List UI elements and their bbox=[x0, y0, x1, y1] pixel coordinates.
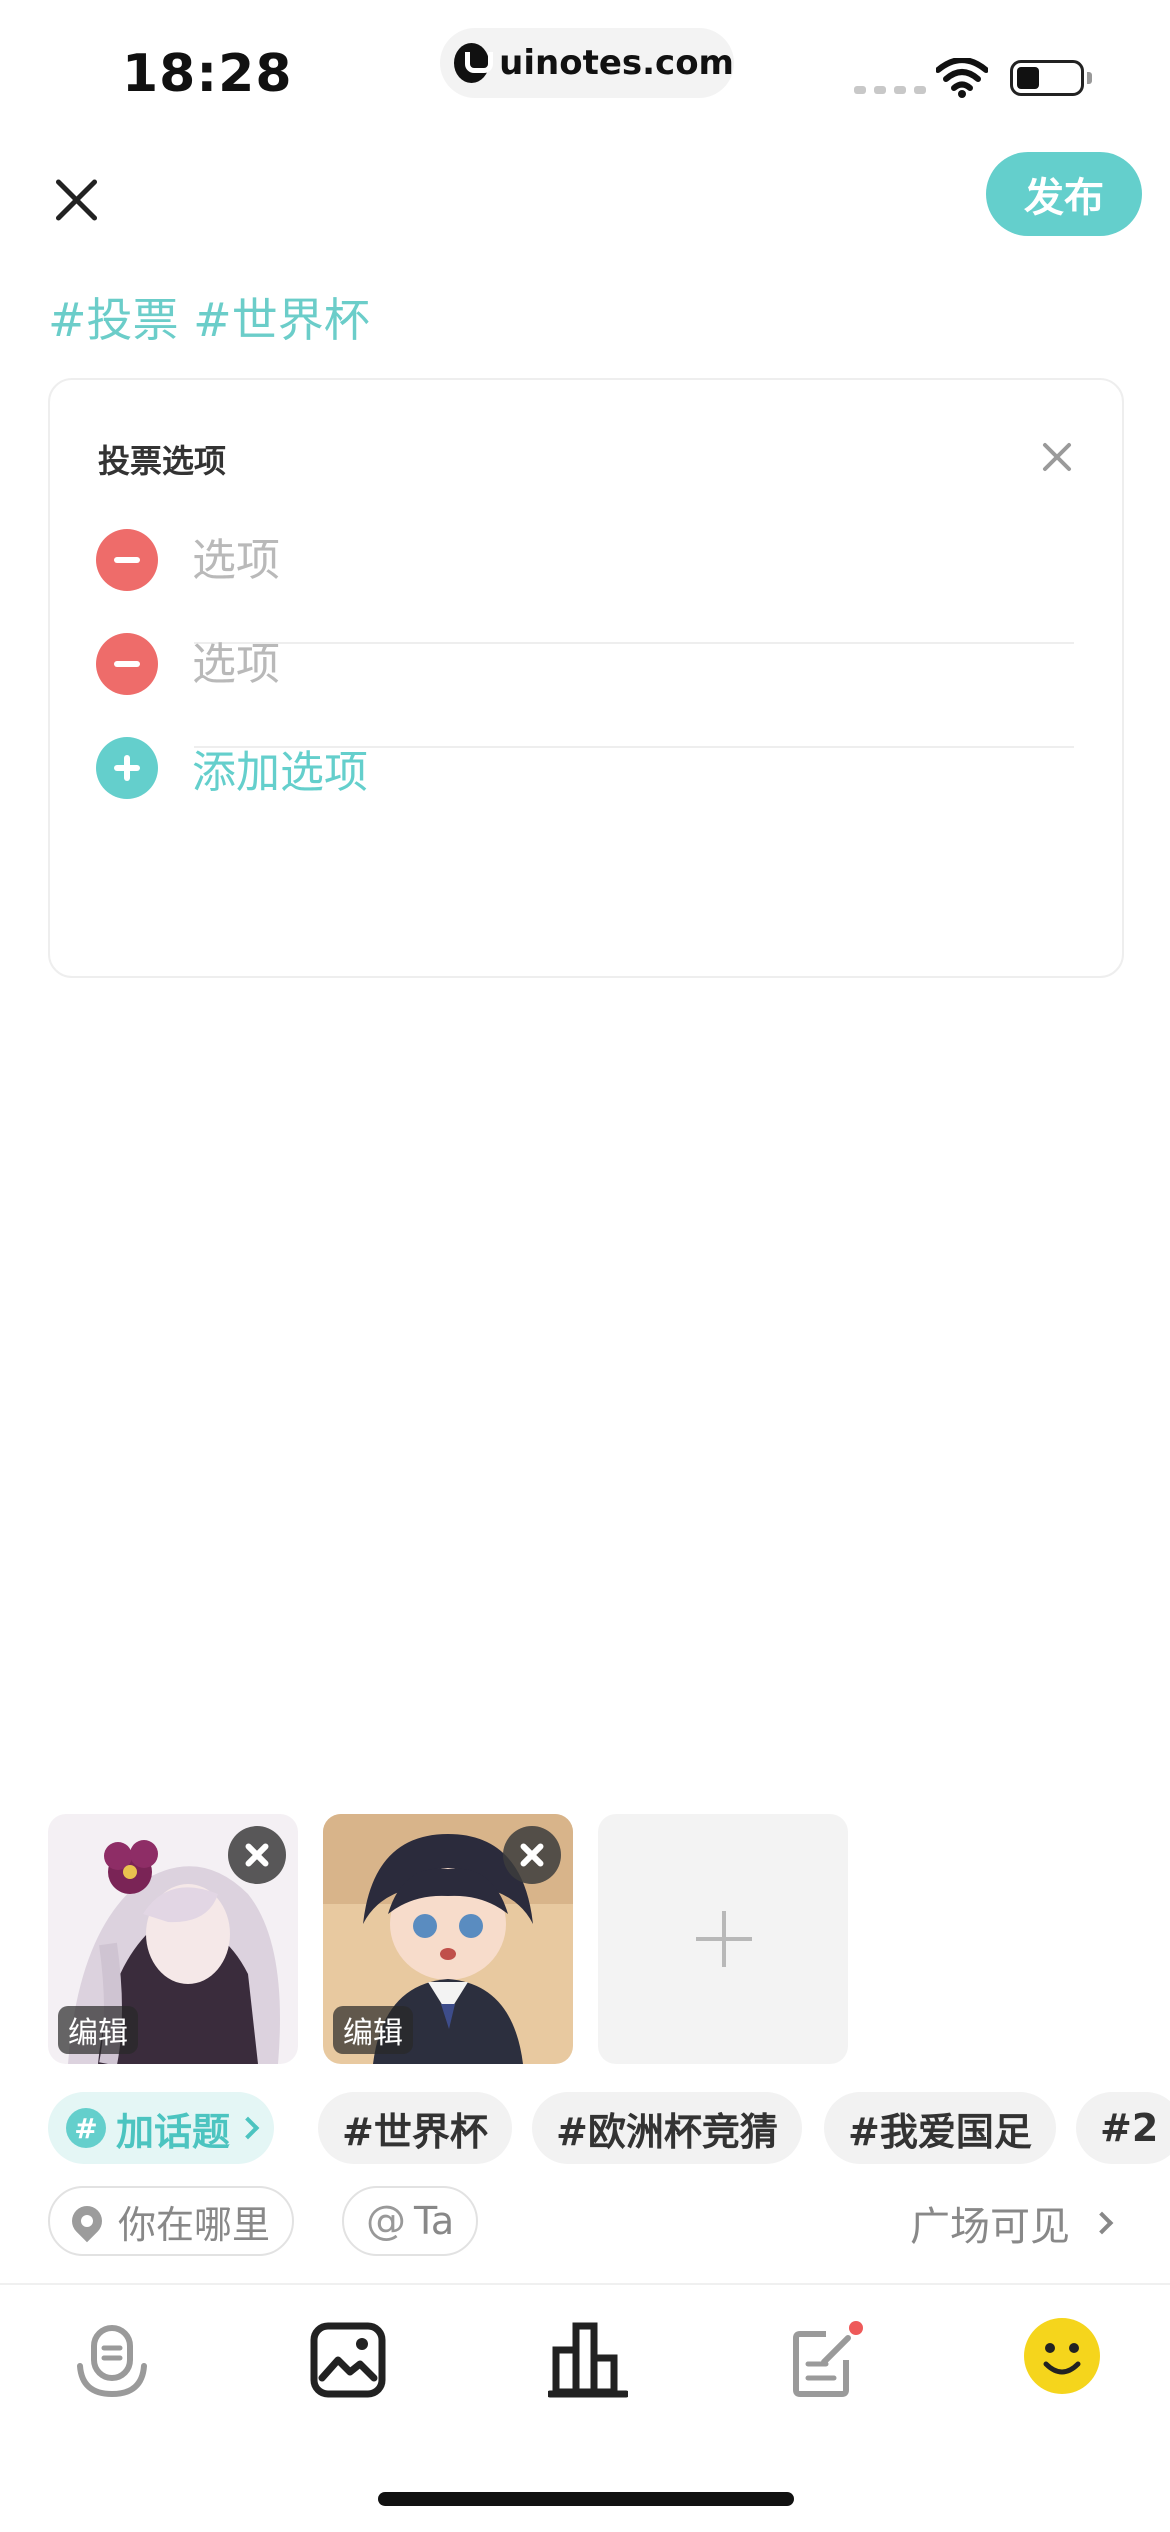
hashtag-chip[interactable]: #欧洲杯竞猜 bbox=[532, 2092, 802, 2164]
poll-option-row bbox=[96, 510, 1096, 610]
at-icon: @ bbox=[366, 2198, 406, 2244]
hashtag-row: # 加话题 #世界杯 #欧洲杯竞猜 #我爱国足 #2 bbox=[48, 2092, 1170, 2166]
draft-icon[interactable] bbox=[786, 2320, 866, 2400]
chevron-right-icon bbox=[236, 2116, 260, 2140]
emoji-icon[interactable] bbox=[1020, 2314, 1104, 2398]
notification-dot bbox=[849, 2321, 863, 2335]
image-icon[interactable] bbox=[308, 2320, 388, 2400]
hash-icon: # bbox=[66, 2108, 106, 2148]
image-thumbnail[interactable]: 编辑 bbox=[323, 1814, 573, 2064]
poll-title: 投票选项 bbox=[98, 442, 227, 480]
location-button[interactable]: 你在哪里 bbox=[48, 2186, 295, 2256]
battery-icon bbox=[1010, 60, 1084, 96]
hashtag-chip[interactable]: #2 bbox=[1076, 2092, 1170, 2164]
add-option-label: 添加选项 bbox=[192, 747, 368, 798]
status-time: 18:28 bbox=[122, 44, 293, 104]
publish-button[interactable]: 发布 bbox=[986, 152, 1142, 236]
toolbar-divider bbox=[0, 2283, 1170, 2285]
wifi-icon bbox=[936, 58, 988, 98]
close-button[interactable] bbox=[48, 172, 104, 228]
edit-image-button[interactable]: 编辑 bbox=[58, 2006, 138, 2054]
chevron-right-icon bbox=[1090, 2211, 1114, 2235]
url-text: uinotes.com bbox=[499, 43, 734, 83]
edit-image-button[interactable]: 编辑 bbox=[333, 2006, 413, 2054]
poll-option-input[interactable] bbox=[192, 534, 992, 586]
voice-icon[interactable] bbox=[72, 2320, 152, 2400]
home-indicator[interactable] bbox=[378, 2492, 794, 2506]
battery-tip bbox=[1087, 72, 1092, 84]
remove-option-icon[interactable] bbox=[96, 633, 158, 695]
add-topic-label: 加话题 bbox=[116, 2109, 231, 2154]
poll-card: 投票选项 添加选项 bbox=[48, 378, 1124, 978]
mention-label: Ta bbox=[414, 2199, 455, 2243]
remove-image-icon[interactable] bbox=[503, 1826, 561, 1884]
cellular-signal-icon bbox=[854, 86, 926, 94]
hashtag-chip[interactable]: #我爱国足 bbox=[824, 2092, 1056, 2164]
visibility-selector[interactable]: 广场可见 bbox=[910, 2194, 1114, 2252]
hashtag-chip[interactable]: #世界杯 bbox=[318, 2092, 512, 2164]
add-topic-button[interactable]: # 加话题 bbox=[48, 2092, 275, 2164]
poll-icon[interactable] bbox=[548, 2320, 628, 2400]
post-topic-text[interactable]: #投票 #世界杯 bbox=[48, 284, 370, 350]
image-thumbnail[interactable]: 编辑 bbox=[48, 1814, 298, 2064]
location-label: 你在哪里 bbox=[118, 2202, 271, 2247]
remove-image-icon[interactable] bbox=[228, 1826, 286, 1884]
mention-button[interactable]: @ Ta bbox=[342, 2186, 479, 2256]
poll-close-icon[interactable] bbox=[1038, 438, 1076, 476]
visibility-label: 广场可见 bbox=[910, 2204, 1070, 2250]
add-image-button[interactable] bbox=[598, 1814, 848, 2064]
add-option-icon[interactable] bbox=[96, 737, 158, 799]
url-bar[interactable]: uinotes.com bbox=[440, 28, 734, 98]
poll-option-input[interactable] bbox=[192, 638, 992, 690]
location-pin-icon bbox=[65, 2199, 109, 2243]
poll-option-row bbox=[96, 614, 1096, 714]
add-option-button[interactable]: 添加选项 bbox=[96, 718, 1096, 818]
site-logo-icon bbox=[454, 43, 494, 83]
remove-option-icon[interactable] bbox=[96, 529, 158, 591]
